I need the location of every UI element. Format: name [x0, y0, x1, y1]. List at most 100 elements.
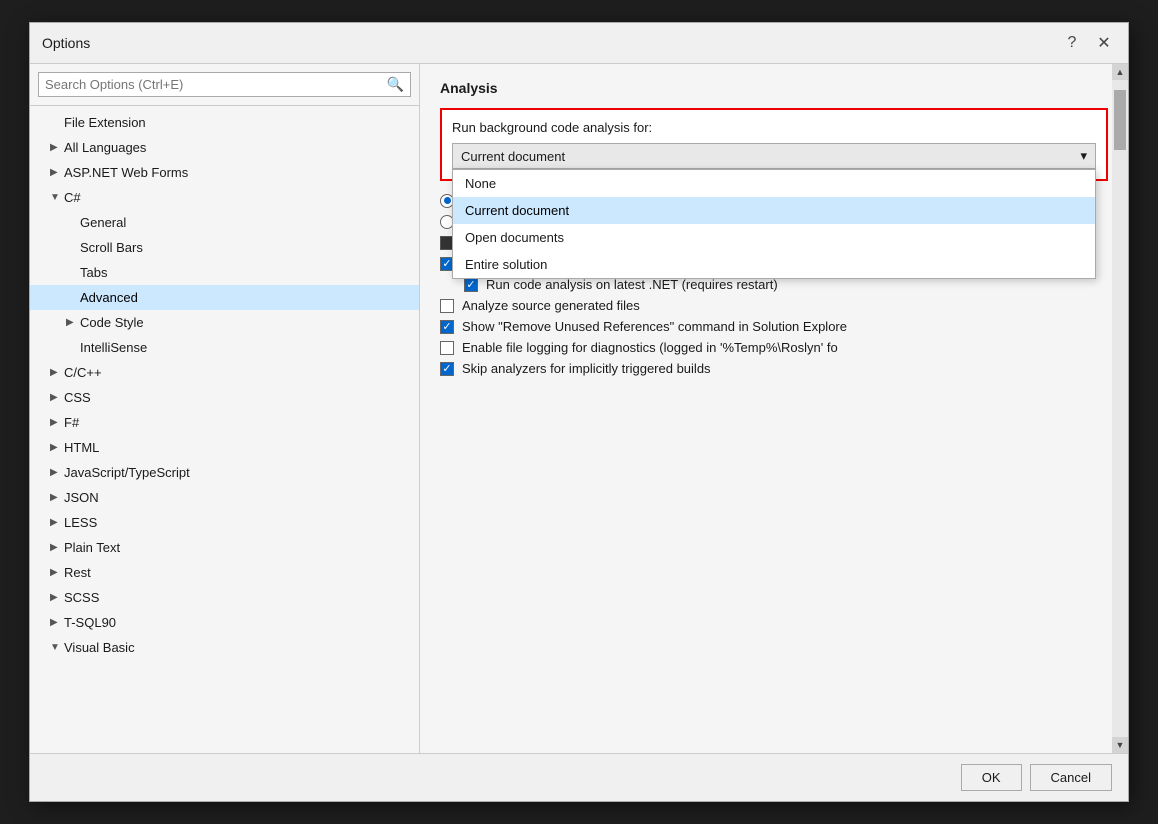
sidebar-item-csharp-tabs[interactable]: Tabs: [30, 260, 419, 285]
collapsed-arrow-icon: ▶: [50, 442, 64, 453]
sidebar-item-label: T-SQL90: [64, 615, 116, 630]
dropdown-option[interactable]: None: [453, 170, 1095, 197]
sidebar-item-label: File Extension: [64, 115, 146, 130]
sidebar-item-csharp-scrollbars[interactable]: Scroll Bars: [30, 235, 419, 260]
tree: File Extension▶ All Languages▶ ASP.NET W…: [30, 106, 419, 753]
sidebar-item-aspnet-web-forms[interactable]: ▶ ASP.NET Web Forms: [30, 160, 419, 185]
sidebar-item-csharp-advanced[interactable]: Advanced: [30, 285, 419, 310]
dropdown-option[interactable]: Open documents: [453, 224, 1095, 251]
expanded-arrow-icon: ▼: [50, 192, 64, 203]
titlebar-buttons: ? ✕: [1060, 31, 1116, 55]
sidebar-item-label: Code Style: [80, 315, 144, 330]
option-label-enable-file-logging: Enable file logging for diagnostics (log…: [462, 340, 838, 355]
sidebar-item-json[interactable]: ▶ JSON: [30, 485, 419, 510]
checkbox-analyze-generated[interactable]: [440, 299, 454, 313]
scroll-track: [1112, 80, 1128, 737]
dialog-title: Options: [42, 35, 90, 51]
collapsed-arrow-icon: ▶: [50, 417, 64, 428]
sidebar-item-fsharp[interactable]: ▶ F#: [30, 410, 419, 435]
close-button[interactable]: ✕: [1092, 31, 1116, 55]
sidebar-item-label: Visual Basic: [64, 640, 135, 655]
sidebar-item-css[interactable]: ▶ CSS: [30, 385, 419, 410]
scroll-up-arrow[interactable]: ▲: [1112, 64, 1128, 80]
search-wrapper[interactable]: 🔍: [38, 72, 411, 97]
sidebar-item-label: General: [80, 215, 126, 230]
sidebar-item-visual-basic[interactable]: ▼ Visual Basic: [30, 635, 419, 660]
option-row-show-remove-unused: Show "Remove Unused References" command …: [440, 319, 1108, 334]
sidebar: 🔍 File Extension▶ All Languages▶ ASP.NET…: [30, 64, 420, 753]
cancel-button[interactable]: Cancel: [1030, 764, 1112, 791]
content-area: Analysis Run background code analysis fo…: [420, 64, 1128, 753]
sidebar-item-label: CSS: [64, 390, 91, 405]
option-row-run-latest-net: Run code analysis on latest .NET (requir…: [440, 277, 1108, 292]
sidebar-item-label: Rest: [64, 565, 91, 580]
collapsed-arrow-icon: ▶: [50, 567, 64, 578]
checkbox-show-remove-unused[interactable]: [440, 320, 454, 334]
option-label-show-remove-unused: Show "Remove Unused References" command …: [462, 319, 847, 334]
sidebar-item-label: ASP.NET Web Forms: [64, 165, 188, 180]
sidebar-item-all-languages[interactable]: ▶ All Languages: [30, 135, 419, 160]
sidebar-item-label: IntelliSense: [80, 340, 147, 355]
search-input[interactable]: [45, 77, 387, 92]
sidebar-item-label: Advanced: [80, 290, 138, 305]
scroll-thumb[interactable]: [1114, 90, 1126, 150]
option-label-analyze-generated: Analyze source generated files: [462, 298, 640, 313]
collapsed-arrow-icon: ▶: [50, 542, 64, 553]
sidebar-item-plain-text[interactable]: ▶ Plain Text: [30, 535, 419, 560]
options-dialog: Options ? ✕ 🔍 File Extension ▶ All Langua…: [29, 22, 1129, 802]
checkbox-skip-analyzers[interactable]: [440, 362, 454, 376]
collapsed-arrow-icon: ▶: [50, 367, 64, 378]
sidebar-item-label: LESS: [64, 515, 97, 530]
sidebar-item-csharp[interactable]: ▼ C#: [30, 185, 419, 210]
dropdown-trigger[interactable]: Current document ▾: [452, 143, 1096, 169]
dropdown-selected: Current document: [461, 149, 565, 164]
help-button[interactable]: ?: [1060, 31, 1084, 55]
sidebar-item-label: F#: [64, 415, 79, 430]
dropdown-option[interactable]: Entire solution: [453, 251, 1095, 278]
collapsed-arrow-icon: ▶: [66, 317, 80, 328]
collapsed-arrow-icon: ▶: [50, 617, 64, 628]
search-icon[interactable]: 🔍: [387, 76, 404, 93]
dropdown-wrapper: Current document ▾ NoneCurrent documentO…: [452, 143, 1096, 169]
sidebar-item-label: Scroll Bars: [80, 240, 143, 255]
search-box: 🔍: [30, 64, 419, 106]
sidebar-item-scss[interactable]: ▶ SCSS: [30, 585, 419, 610]
scroll-down-arrow[interactable]: ▼: [1112, 737, 1128, 753]
collapsed-arrow-icon: ▶: [50, 467, 64, 478]
dialog-body: 🔍 File Extension▶ All Languages▶ ASP.NET…: [30, 64, 1128, 753]
section-title: Analysis: [440, 80, 1108, 96]
ok-button[interactable]: OK: [961, 764, 1022, 791]
collapsed-arrow-icon: ▶: [50, 142, 64, 153]
sidebar-item-label: JSON: [64, 490, 99, 505]
title-bar: Options ? ✕: [30, 23, 1128, 64]
sidebar-item-csharp-general[interactable]: General: [30, 210, 419, 235]
sidebar-item-label: Plain Text: [64, 540, 120, 555]
dropdown-open: NoneCurrent documentOpen documentsEntire…: [452, 169, 1096, 279]
dropdown-option[interactable]: Current document: [453, 197, 1095, 224]
sidebar-item-less[interactable]: ▶ LESS: [30, 510, 419, 535]
sidebar-item-csharp-intellisense[interactable]: IntelliSense: [30, 335, 419, 360]
option-row-skip-analyzers: Skip analyzers for implicitly triggered …: [440, 361, 1108, 376]
option-row-analyze-generated: Analyze source generated files: [440, 298, 1108, 313]
collapsed-arrow-icon: ▶: [50, 167, 64, 178]
sidebar-item-rest[interactable]: ▶ Rest: [30, 560, 419, 585]
sidebar-item-html[interactable]: ▶ HTML: [30, 435, 419, 460]
sidebar-item-csharp-codestyle[interactable]: ▶ Code Style: [30, 310, 419, 335]
checkbox-run-latest-net[interactable]: [464, 278, 478, 292]
sidebar-item-file-extension[interactable]: File Extension: [30, 110, 419, 135]
dropdown-arrow-icon: ▾: [1080, 148, 1087, 164]
sidebar-item-label: JavaScript/TypeScript: [64, 465, 190, 480]
option-label-run-latest-net: Run code analysis on latest .NET (requir…: [486, 277, 778, 292]
dialog-footer: OK Cancel: [30, 753, 1128, 801]
sidebar-item-cpp[interactable]: ▶ C/C++: [30, 360, 419, 385]
collapsed-arrow-icon: ▶: [50, 592, 64, 603]
option-label-skip-analyzers: Skip analyzers for implicitly triggered …: [462, 361, 711, 376]
checkbox-enable-file-logging[interactable]: [440, 341, 454, 355]
sidebar-item-tsql90[interactable]: ▶ T-SQL90: [30, 610, 419, 635]
sidebar-item-label: SCSS: [64, 590, 99, 605]
sidebar-item-label: Tabs: [80, 265, 107, 280]
sidebar-item-label: All Languages: [64, 140, 146, 155]
scrollbar: ▲ ▼: [1112, 64, 1128, 753]
expanded-arrow-icon: ▼: [50, 642, 64, 653]
sidebar-item-javascript-typescript[interactable]: ▶ JavaScript/TypeScript: [30, 460, 419, 485]
